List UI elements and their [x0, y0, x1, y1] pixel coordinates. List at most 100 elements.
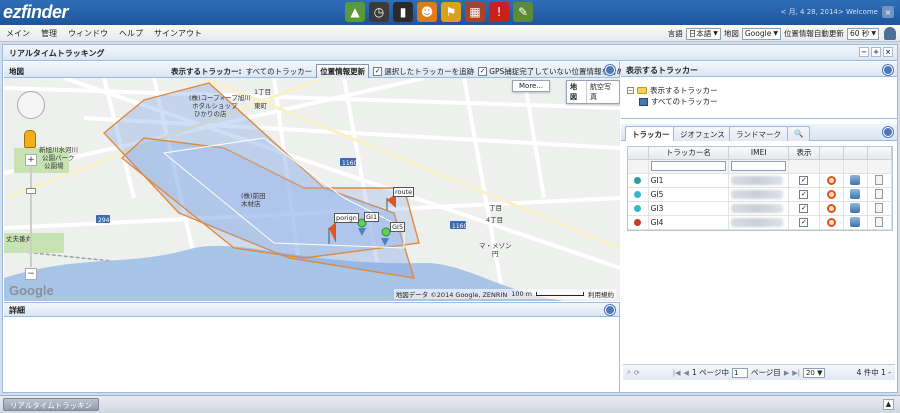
- chart-icon[interactable]: ▦: [465, 2, 485, 22]
- taskbar-window-button[interactable]: リアルタイムトラッキン: [3, 398, 100, 411]
- right-panel: 表示するトラッカー − 表示するトラッカー すべてのトラッカー トラッカー ジオ…: [621, 62, 897, 392]
- locate-icon[interactable]: [826, 217, 836, 227]
- minimize-icon[interactable]: −: [859, 47, 869, 57]
- status-dot-icon: [634, 204, 642, 212]
- show-cell[interactable]: ✓: [788, 187, 820, 202]
- window-title: リアルタイムトラッキング: [9, 49, 105, 58]
- page-input[interactable]: 1: [731, 367, 748, 378]
- tracker-value[interactable]: すべてのトラッカー: [246, 66, 313, 77]
- column-header-imei[interactable]: IMEI: [728, 147, 790, 160]
- next-page-icon[interactable]: ▶: [784, 369, 789, 377]
- terms-link[interactable]: 利用規約: [588, 289, 614, 299]
- map-select[interactable]: Google ▼: [741, 27, 781, 40]
- menu-item[interactable]: サインアウト: [154, 28, 202, 39]
- history-icon[interactable]: [850, 175, 861, 185]
- person-icon[interactable]: ☻: [417, 2, 437, 22]
- history-icon[interactable]: [850, 203, 861, 213]
- map-label-text: 4丁目: [486, 216, 504, 224]
- checkbox-icon[interactable]: ✓: [799, 190, 809, 199]
- map-icon[interactable]: ▲: [345, 2, 365, 22]
- zoom-in-button[interactable]: +: [25, 154, 37, 166]
- user-icon[interactable]: [884, 27, 896, 40]
- name-filter-input[interactable]: [650, 161, 727, 171]
- tracker-tree-header: 表示するトラッカー: [621, 62, 897, 77]
- more-button[interactable]: More...: [512, 80, 551, 92]
- close-icon[interactable]: ×: [882, 6, 894, 18]
- clock-icon[interactable]: ◷: [369, 2, 389, 22]
- table-row[interactable]: GI4 ✓: [628, 215, 893, 230]
- maximize-icon[interactable]: +: [871, 47, 881, 57]
- menu-item[interactable]: 管理: [41, 28, 57, 39]
- menu-item[interactable]: ヘルプ: [119, 28, 143, 39]
- refresh-icon[interactable]: ⟳: [634, 369, 640, 377]
- status-dot-icon: [634, 218, 642, 226]
- collapse-icon[interactable]: [883, 65, 893, 75]
- street-view-icon[interactable]: [24, 130, 36, 148]
- settings-bar: 言語 日本語 ▼ 地図 Google ▼ 位置情報自動更新 60 秒 ▼: [668, 27, 896, 40]
- checkbox-icon[interactable]: ✓: [799, 176, 809, 185]
- tab-geofence[interactable]: ジオフェンス: [673, 126, 732, 141]
- flag-icon[interactable]: ⚑: [441, 2, 461, 22]
- refresh-select[interactable]: 60 秒 ▼: [846, 27, 879, 40]
- language-select[interactable]: 日本語 ▼: [685, 27, 721, 40]
- tree-root[interactable]: − 表示するトラッカー: [627, 85, 718, 96]
- history-icon[interactable]: [850, 189, 861, 199]
- map-type-map-button[interactable]: 地図: [567, 81, 586, 103]
- show-cell[interactable]: ✓: [788, 201, 820, 216]
- tab-trackers[interactable]: トラッカー: [625, 126, 677, 141]
- history-icon[interactable]: [850, 217, 861, 227]
- map-type-satellite-button[interactable]: 航空写真: [586, 81, 619, 103]
- page-size-select[interactable]: 20 ▼: [802, 367, 826, 378]
- checkbox-icon[interactable]: ✓: [799, 204, 809, 213]
- show-cell[interactable]: ✓: [788, 215, 820, 230]
- map-panel: 地図 表示するトラッカー: すべてのトラッカー 位置情報更新 ✓ 選択したトラッカ…: [4, 62, 632, 301]
- column-header-name[interactable]: トラッカー名: [648, 147, 730, 160]
- column-header-show[interactable]: 表示: [788, 147, 820, 160]
- first-page-icon[interactable]: |◀: [673, 369, 681, 377]
- locate-icon[interactable]: [826, 203, 836, 213]
- locate-icon[interactable]: [826, 189, 836, 199]
- tab-search[interactable]: 🔍: [787, 126, 811, 141]
- document-icon[interactable]: [875, 203, 884, 213]
- collapse-icon[interactable]: [605, 65, 615, 75]
- imei-filter-input[interactable]: [731, 161, 787, 171]
- update-location-button[interactable]: 位置情報更新: [316, 64, 370, 79]
- top-header: ezfinder ▲ ◷ ▮ ☻ ⚑ ▦! ✎ < 月, 4 28, 2014> Welco…: [0, 0, 900, 25]
- tracker-marker: [381, 227, 391, 237]
- phone-icon[interactable]: ▮: [393, 2, 413, 22]
- collapse-icon[interactable]: [883, 127, 893, 137]
- tree-child[interactable]: すべてのトラッカー: [627, 96, 718, 107]
- collapse-tree-icon[interactable]: −: [627, 87, 634, 94]
- checkbox-icon[interactable]: ✓: [799, 218, 809, 227]
- zoom-slider-thumb[interactable]: [26, 188, 36, 194]
- zoom-slider-track[interactable]: [30, 167, 32, 267]
- show-cell[interactable]: ✓: [788, 173, 820, 188]
- collapse-icon[interactable]: [605, 305, 615, 315]
- tracker-label-gi5[interactable]: GI5: [390, 222, 406, 232]
- origin-flag-label: porign: [334, 213, 359, 223]
- zoom-out-button[interactable]: −: [25, 268, 37, 280]
- ezfinder-logo[interactable]: ezfinder: [3, 2, 69, 23]
- follow-checkbox[interactable]: ✓ 選択したトラッカーを追跡: [373, 66, 474, 77]
- document-icon[interactable]: [875, 189, 884, 199]
- taskbar: リアルタイムトラッキン ▲: [0, 395, 900, 413]
- search-icon[interactable]: ⌕: [627, 368, 631, 377]
- document-icon[interactable]: [875, 175, 884, 185]
- alert-icon[interactable]: !: [489, 2, 509, 22]
- pan-control[interactable]: [17, 91, 45, 119]
- table-row[interactable]: GI1 ✓: [628, 173, 893, 188]
- map-canvas[interactable]: 294 1160 1160 (株)コープ×ープ旭川 ホタルショップ ひかりの店 …: [4, 78, 620, 301]
- report-icon[interactable]: ✎: [513, 2, 533, 22]
- close-icon[interactable]: ×: [883, 47, 893, 57]
- chevron-up-icon[interactable]: ▲: [883, 399, 894, 410]
- last-page-icon[interactable]: ▶|: [792, 369, 800, 377]
- tracker-label-gi1[interactable]: GI1: [364, 212, 380, 222]
- menu-item[interactable]: メイン: [6, 28, 30, 39]
- table-row[interactable]: GI3 ✓: [628, 201, 893, 216]
- locate-icon[interactable]: [826, 175, 836, 185]
- menu-item[interactable]: ウィンドウ: [68, 28, 108, 39]
- tab-landmark[interactable]: ランドマーク: [729, 126, 788, 141]
- document-icon[interactable]: [875, 217, 884, 227]
- table-row[interactable]: GI5 ✓: [628, 187, 893, 202]
- prev-page-icon[interactable]: ◀: [684, 369, 689, 377]
